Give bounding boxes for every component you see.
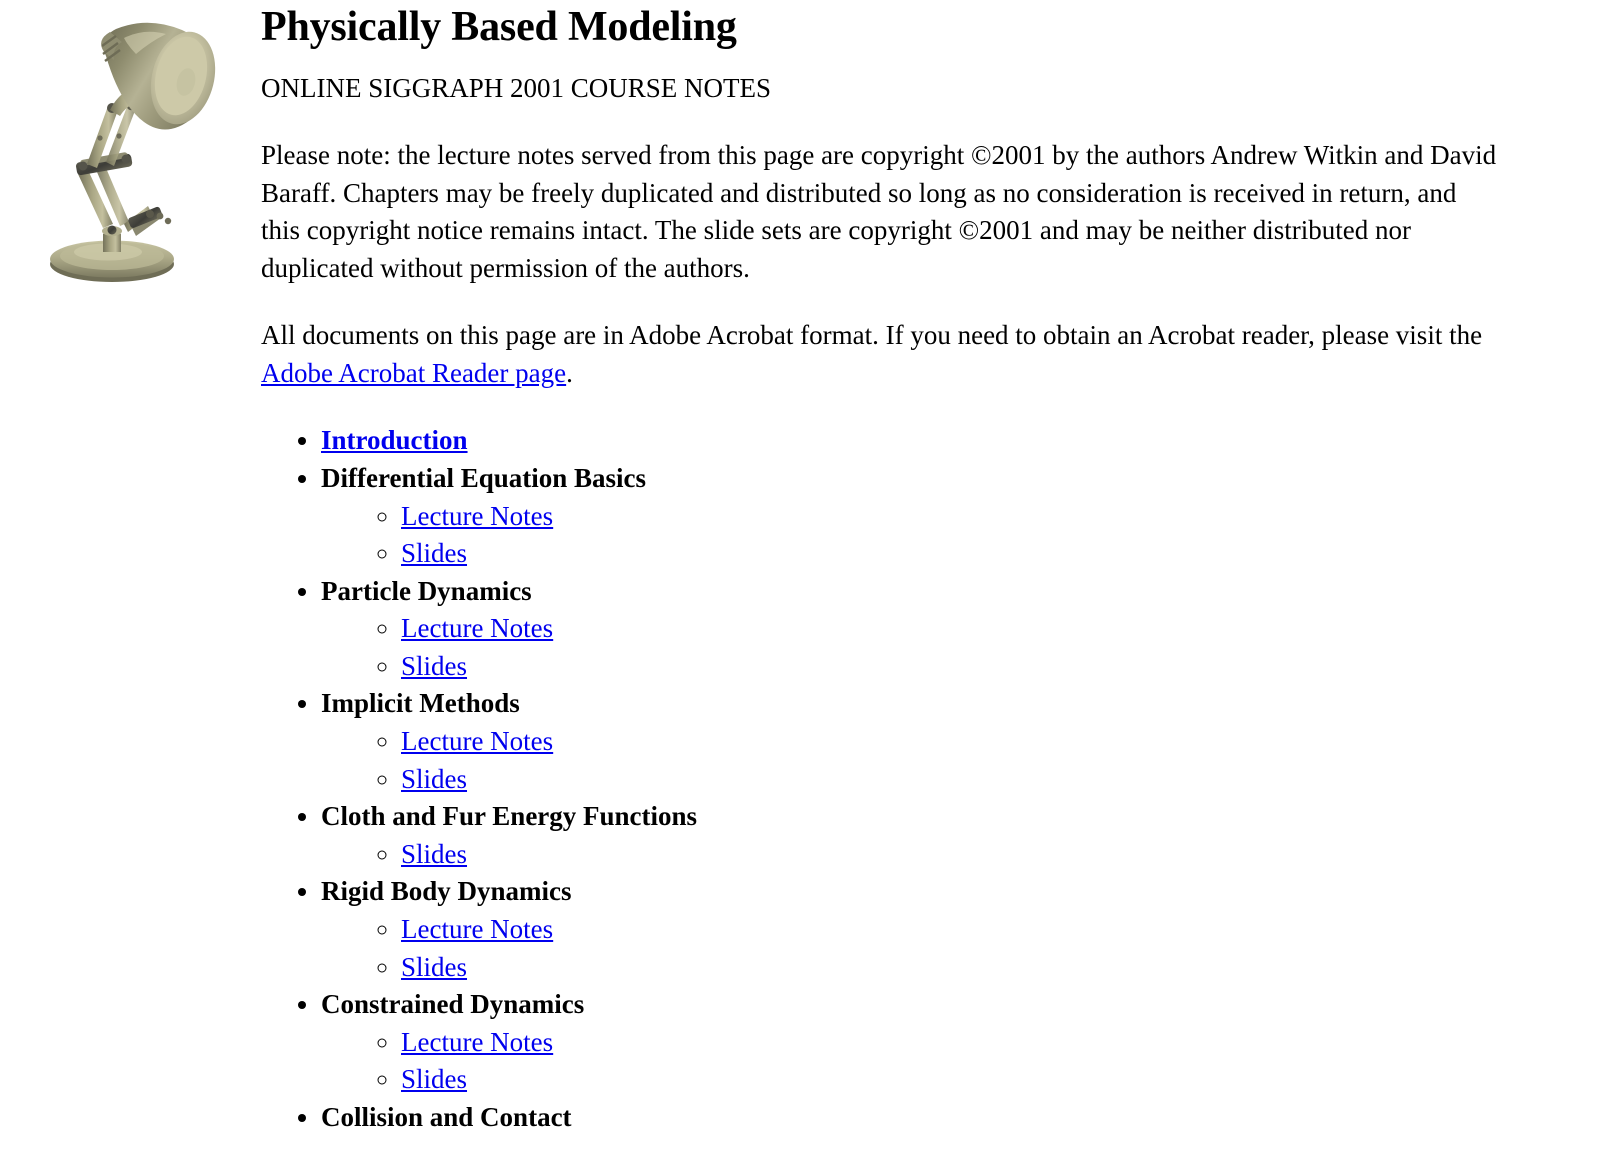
acrobat-note-text-before: All documents on this page are in Adobe … bbox=[261, 320, 1483, 351]
toc-section-3: Particle Dynamics Lecture Notes Slides bbox=[321, 573, 1501, 686]
toc-subitem: Slides bbox=[401, 761, 1501, 799]
toc-subitem-list: Lecture Notes Slides bbox=[321, 911, 1501, 986]
toc-section-link[interactable]: Introduction bbox=[321, 425, 468, 455]
toc-subitem: Slides bbox=[401, 648, 1501, 686]
lamp-lower-arm bbox=[78, 168, 172, 236]
toc-subitem: Lecture Notes bbox=[401, 498, 1501, 536]
lamp-svg bbox=[50, 22, 216, 282]
toc-subitem-link-lecture-notes[interactable]: Lecture Notes bbox=[401, 613, 553, 643]
toc-section-label: Collision and Contact bbox=[321, 1102, 572, 1133]
page-subtitle: ONLINE SIGGRAPH 2001 COURSE NOTES bbox=[261, 72, 772, 103]
toc-section-label: Differential Equation Basics bbox=[321, 462, 647, 493]
acrobat-block: All documents on this page are in Adobe … bbox=[261, 317, 1501, 392]
content-column: Physically Based Modeling ONLINE SIGGRAP… bbox=[261, 0, 1501, 1137]
toc-subitem-link-slides[interactable]: Slides bbox=[401, 1064, 467, 1094]
toc-subitem-link-slides[interactable]: Slides bbox=[401, 538, 467, 568]
toc-section-label: Particle Dynamics bbox=[321, 575, 532, 606]
toc-subitem-link-slides[interactable]: Slides bbox=[401, 651, 467, 681]
toc-subitem-link-lecture-notes[interactable]: Lecture Notes bbox=[401, 1027, 553, 1057]
toc-section-4: Implicit Methods Lecture Notes Slides bbox=[321, 685, 1501, 798]
adobe-acrobat-reader-link[interactable]: Adobe Acrobat Reader page bbox=[261, 358, 566, 388]
toc-subitem: Lecture Notes bbox=[401, 723, 1501, 761]
toc-subitem-link-slides[interactable]: Slides bbox=[401, 952, 467, 982]
toc-section-2: Differential Equation Basics Lecture Note… bbox=[321, 460, 1501, 573]
toc-section-5: Cloth and Fur Energy Functions Slides bbox=[321, 798, 1501, 873]
lamp-base-post bbox=[102, 225, 122, 252]
page-title: Physically Based Modeling bbox=[261, 4, 737, 50]
toc-subitem-link-lecture-notes[interactable]: Lecture Notes bbox=[401, 726, 553, 756]
toc-subitem: Lecture Notes bbox=[401, 1024, 1501, 1062]
toc-subitem: Slides bbox=[401, 949, 1501, 987]
toc-subitem: Lecture Notes bbox=[401, 610, 1501, 648]
copyright-block: Please note: the lecture notes served fr… bbox=[261, 137, 1501, 287]
toc-subitem-link-lecture-notes[interactable]: Lecture Notes bbox=[401, 501, 553, 531]
toc-subitem-list: Slides bbox=[321, 836, 1501, 874]
acrobat-note-text-after: . bbox=[566, 357, 573, 388]
acrobat-note: All documents on this page are in Adobe … bbox=[261, 317, 1501, 392]
toc-subitem: Slides bbox=[401, 836, 1501, 874]
toc-section-label: Rigid Body Dynamics bbox=[321, 876, 572, 907]
toc-section-1: Introduction bbox=[321, 422, 1501, 460]
toc-subitem-link-slides[interactable]: Slides bbox=[401, 839, 467, 869]
toc-subitem-list: Lecture Notes Slides bbox=[321, 610, 1501, 685]
toc-subitem: Slides bbox=[401, 1061, 1501, 1099]
toc-section-label: Implicit Methods bbox=[321, 688, 520, 719]
toc-section-8: Collision and Contact bbox=[321, 1099, 1501, 1137]
toc-section-6: Rigid Body Dynamics Lecture Notes Slides bbox=[321, 873, 1501, 986]
toc-subitem-list: Lecture Notes Slides bbox=[321, 723, 1501, 798]
page-root: Physically Based Modeling ONLINE SIGGRAP… bbox=[0, 0, 1604, 1158]
toc-section-7: Constrained Dynamics Lecture Notes Slides bbox=[321, 986, 1501, 1099]
toc-section-label: Constrained Dynamics bbox=[321, 989, 585, 1020]
copyright-notice: Please note: the lecture notes served fr… bbox=[261, 140, 1497, 283]
toc-subitem-list: Lecture Notes Slides bbox=[321, 1024, 1501, 1099]
luxo-lamp-image bbox=[40, 16, 250, 291]
toc-section-label: Cloth and Fur Energy Functions bbox=[321, 801, 698, 832]
toc-subitem-link-slides[interactable]: Slides bbox=[401, 764, 467, 794]
toc-subitem-list: Lecture Notes Slides bbox=[321, 498, 1501, 573]
toc-subitem-link-lecture-notes[interactable]: Lecture Notes bbox=[401, 914, 553, 944]
course-notes-list: Introduction Differential Equation Basics… bbox=[261, 422, 1501, 1136]
toc-subitem: Lecture Notes bbox=[401, 911, 1501, 949]
subtitle-block: ONLINE SIGGRAPH 2001 COURSE NOTES bbox=[261, 70, 1501, 108]
toc-subitem: Slides bbox=[401, 535, 1501, 573]
